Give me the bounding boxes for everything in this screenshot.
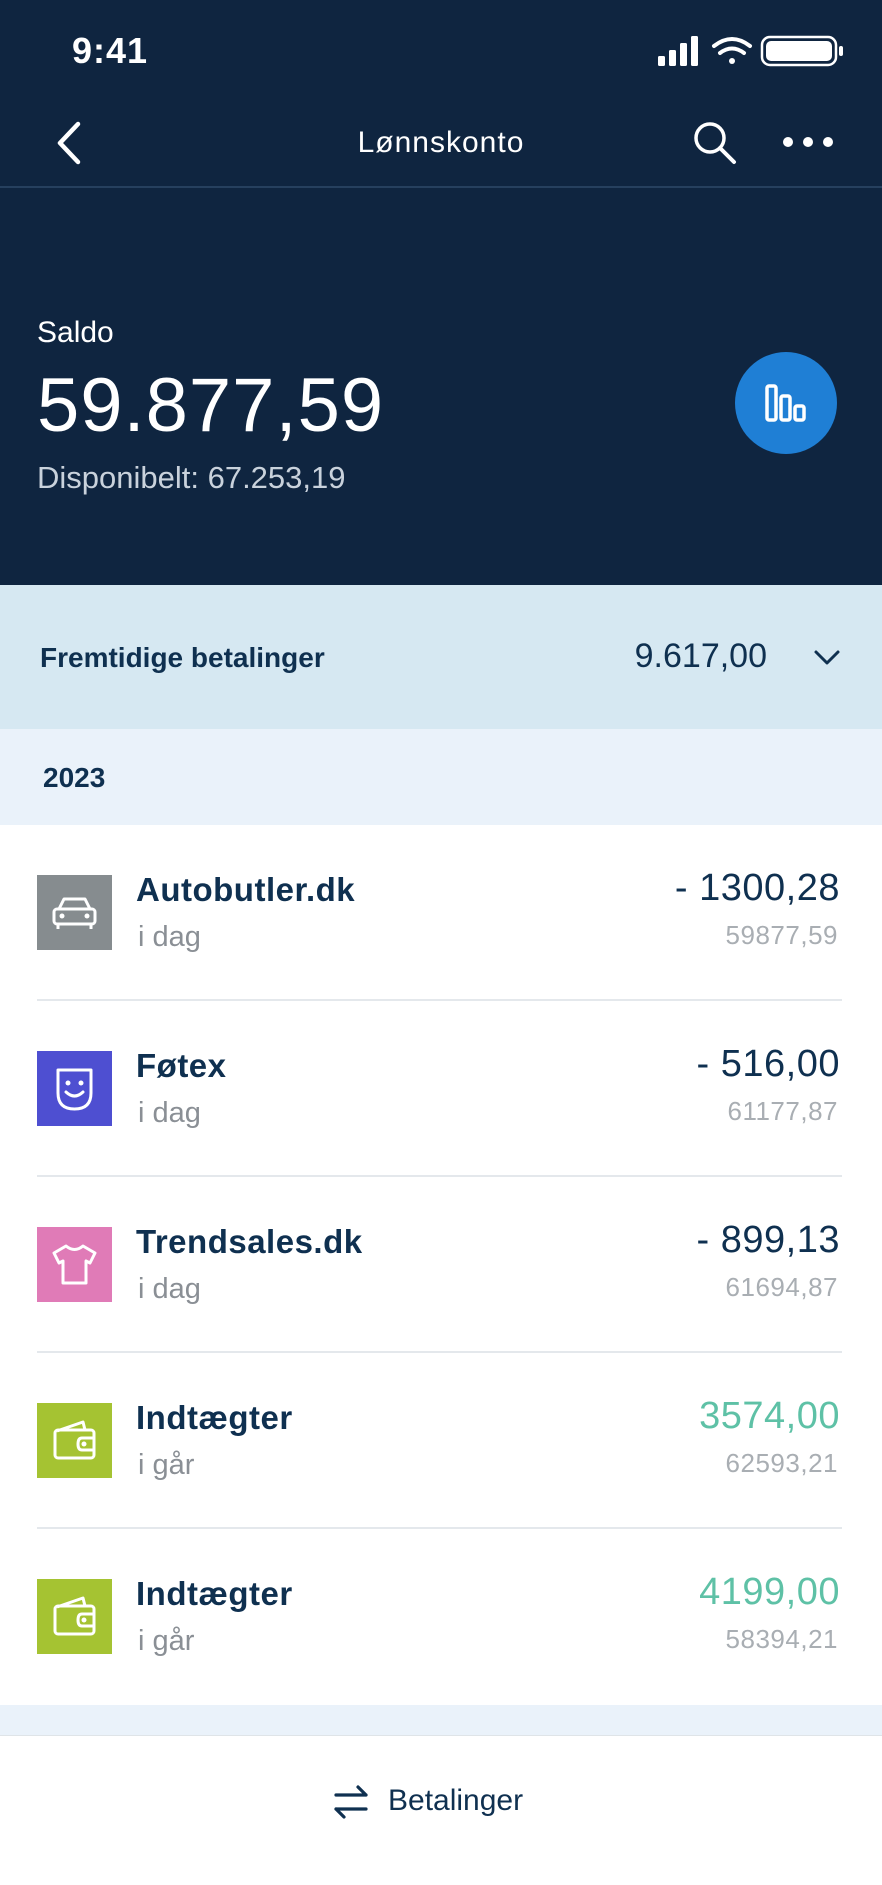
tshirt-icon xyxy=(37,1227,112,1302)
transaction-name: Indtægter xyxy=(136,1575,293,1612)
transaction-date: i dag xyxy=(138,921,201,953)
running-balance: 61694,87 xyxy=(725,1272,838,1302)
transaction-amount: 3574,00 xyxy=(699,1395,840,1437)
transaction-amount: - 899,13 xyxy=(696,1219,840,1261)
transaction-row[interactable]: Føtex i dag - 516,00 61177,87 xyxy=(0,1001,882,1177)
payments-label: Betalinger xyxy=(388,1784,524,1817)
list-footer xyxy=(0,1705,882,1735)
year-section-header: 2023 xyxy=(0,729,882,825)
battery-icon xyxy=(760,35,843,67)
transaction-date: i dag xyxy=(138,1097,201,1129)
available-balance: Disponibelt: 67.253,19 xyxy=(37,460,346,495)
transaction-row[interactable]: Autobutler.dk i dag - 1300,28 59877,59 xyxy=(0,825,882,1001)
year-label: 2023 xyxy=(43,762,106,793)
smiley-bag-icon xyxy=(37,1051,112,1126)
transfer-arrows-icon xyxy=(334,1785,368,1819)
transaction-name: Autobutler.dk xyxy=(136,871,356,908)
wallet-icon xyxy=(37,1579,112,1654)
chevron-down-icon xyxy=(814,650,840,665)
status-time: 9:41 xyxy=(72,30,149,71)
running-balance: 62593,21 xyxy=(725,1448,838,1478)
transaction-date: i går xyxy=(138,1625,195,1657)
future-payments-value: 9.617,00 xyxy=(634,637,767,675)
transaction-date: i dag xyxy=(138,1273,201,1305)
transaction-amount: - 516,00 xyxy=(696,1043,840,1085)
more-options-icon[interactable] xyxy=(780,122,836,162)
transaction-amount: 4199,00 xyxy=(699,1571,840,1613)
transaction-name: Indtægter xyxy=(136,1399,293,1436)
status-bar: 9:41 xyxy=(0,0,882,100)
account-header: 9:41 Lønnskonto Saldo 59.877,59 Disponib… xyxy=(0,0,882,585)
running-balance: 59877,59 xyxy=(725,920,838,950)
transaction-row[interactable]: Trendsales.dk i dag - 899,13 61694,87 xyxy=(0,1177,882,1353)
transaction-name: Føtex xyxy=(136,1047,227,1084)
wallet-icon xyxy=(37,1403,112,1478)
running-balance: 58394,21 xyxy=(725,1624,838,1654)
transaction-name: Trendsales.dk xyxy=(136,1223,363,1260)
future-payments-label: Fremtidige betalinger xyxy=(40,642,325,673)
status-icons xyxy=(658,35,843,67)
transaction-amount: - 1300,28 xyxy=(674,867,840,909)
transaction-date: i går xyxy=(138,1449,195,1481)
future-payments-row[interactable]: Fremtidige betalinger 9.617,00 xyxy=(0,585,882,729)
bottom-tab-bar: Betalinger xyxy=(0,1735,882,1885)
transaction-row[interactable]: Indtægter i går 3574,00 62593,21 xyxy=(0,1353,882,1529)
wifi-icon xyxy=(712,37,752,64)
page-title: Lønnskonto xyxy=(357,126,525,159)
bar-chart-icon xyxy=(765,384,806,422)
signal-icon xyxy=(658,36,698,66)
nav-bar: Lønnskonto xyxy=(0,100,882,188)
statistics-button[interactable] xyxy=(735,352,837,454)
search-icon[interactable] xyxy=(690,118,740,168)
car-icon xyxy=(37,875,112,950)
running-balance: 61177,87 xyxy=(727,1096,838,1126)
payments-button[interactable]: Betalinger xyxy=(330,1776,560,1826)
transaction-list: Autobutler.dk i dag - 1300,28 59877,59 F… xyxy=(0,825,882,1705)
transaction-row[interactable]: Indtægter i går 4199,00 58394,21 xyxy=(0,1529,882,1705)
balance-label: Saldo xyxy=(37,316,114,349)
balance-value: 59.877,59 xyxy=(37,363,385,448)
